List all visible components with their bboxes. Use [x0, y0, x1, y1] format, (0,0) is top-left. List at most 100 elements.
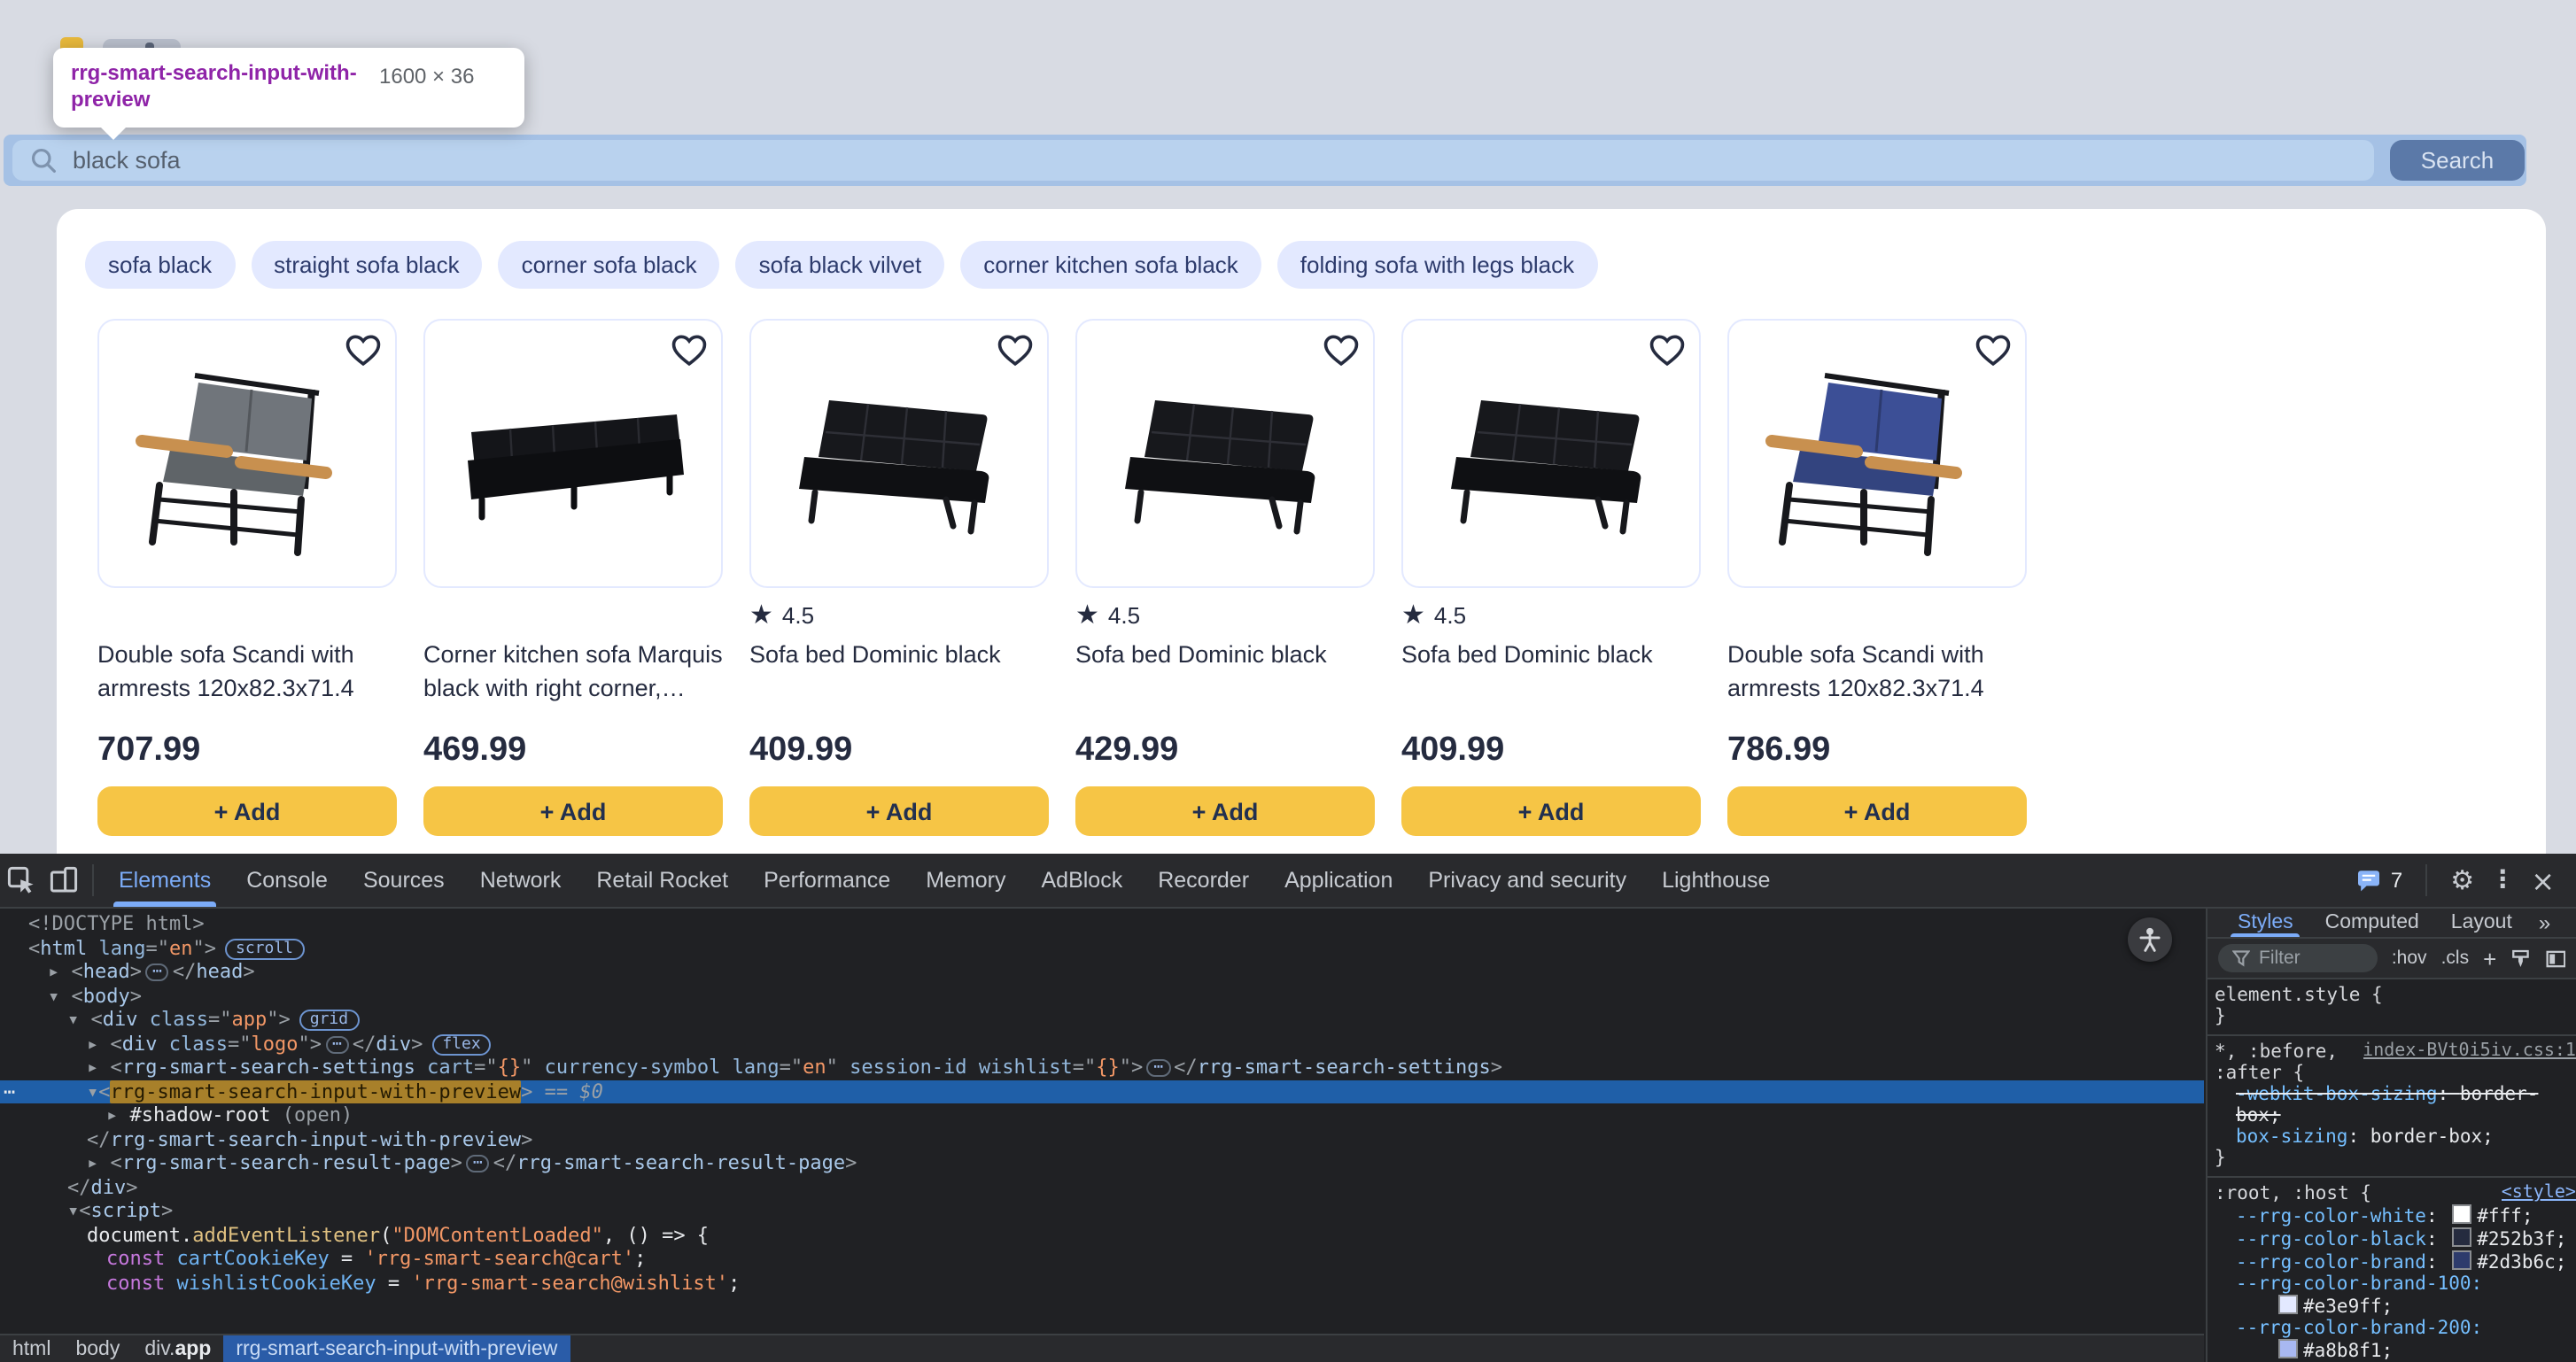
sidebar-tab-computed[interactable]: Computed — [2309, 909, 2435, 937]
devtools-tab-adblock[interactable]: AdBlock — [1024, 854, 1141, 907]
devtools-tab-network[interactable]: Network — [462, 854, 579, 907]
css-selector[interactable]: element.style { — [2215, 985, 2576, 1006]
suggestion-chip[interactable]: corner sofa black — [499, 241, 720, 289]
wishlist-heart-icon[interactable] — [1322, 333, 1361, 368]
suggestion-chip[interactable]: sofa black vilvet — [736, 241, 945, 289]
product-card[interactable]: Corner kitchen sofa Marquis black with r… — [423, 319, 723, 836]
css-declaration[interactable]: --rrg-color-brand: #2d3b6c; — [2215, 1250, 2576, 1273]
css-declaration[interactable]: --rrg-color-brand-100: — [2215, 1273, 2576, 1295]
css-declaration[interactable]: --rrg-color-white: #fff; — [2215, 1204, 2576, 1227]
color-swatch[interactable] — [2452, 1250, 2471, 1270]
product-name: Sofa bed Dominic black — [749, 638, 1049, 708]
devtools-tab-elements[interactable]: Elements — [101, 854, 229, 907]
dom-tree-row[interactable]: ▸ <div class="logo">⋯</div>flex — [0, 1032, 2204, 1056]
suggestion-chip[interactable]: corner kitchen sofa black — [960, 241, 1261, 289]
add-to-cart-button[interactable]: + Add — [1075, 786, 1375, 836]
color-swatch[interactable] — [2278, 1295, 2298, 1314]
add-to-cart-button[interactable]: + Add — [1401, 786, 1701, 836]
inspected-dimensions: 1600 × 36 — [379, 64, 474, 113]
dom-tree-row[interactable]: ⋯▾<rrg-smart-search-input-with-preview> … — [0, 1080, 2204, 1103]
search-input[interactable]: black sofa — [12, 140, 2374, 181]
devtools-tab-memory[interactable]: Memory — [908, 854, 1023, 907]
filter-funnel-icon — [2232, 949, 2250, 967]
suggestion-chip[interactable]: sofa black — [85, 241, 235, 289]
sidebar-tab-layout[interactable]: Layout — [2435, 909, 2528, 937]
dom-tree-row[interactable] — [0, 1295, 2204, 1305]
dom-tree-row[interactable]: <!DOCTYPE html> — [0, 912, 2204, 936]
add-to-cart-button[interactable]: + Add — [423, 786, 723, 836]
devtools-tab-application[interactable]: Application — [1267, 854, 1410, 907]
color-swatch[interactable] — [2452, 1204, 2471, 1224]
color-swatch[interactable] — [2452, 1227, 2471, 1247]
add-to-cart-button[interactable]: + Add — [1727, 786, 2027, 836]
close-devtools-icon[interactable]: × — [2531, 863, 2555, 897]
console-messages-indicator[interactable]: 7 — [2357, 868, 2402, 893]
stylesheet-link[interactable]: <style> — [2502, 1183, 2576, 1204]
product-card[interactable]: Double sofa Scandi with armrests 120x82.… — [1727, 319, 2027, 836]
devtools-tab-privacy-and-security[interactable]: Privacy and security — [1410, 854, 1644, 907]
add-to-cart-button[interactable]: + Add — [749, 786, 1049, 836]
styles-filter-input[interactable]: Filter — [2218, 944, 2378, 972]
css-declaration-value[interactable]: #e3e9ff; — [2215, 1295, 2576, 1318]
breadcrumb-item[interactable]: body — [63, 1335, 132, 1362]
wishlist-heart-icon[interactable] — [344, 333, 383, 368]
css-declaration-value[interactable]: #a8b8f1; — [2215, 1339, 2576, 1362]
breadcrumb-item[interactable]: html — [0, 1335, 63, 1362]
row-menu-dots-icon[interactable]: ⋯ — [4, 1080, 15, 1103]
devtools-tab-recorder[interactable]: Recorder — [1140, 854, 1267, 907]
new-style-rule-button[interactable]: + — [2483, 945, 2496, 971]
product-name: Sofa bed Dominic black — [1401, 638, 1701, 708]
suggestion-chip[interactable]: straight sofa black — [251, 241, 483, 289]
dom-tree-row[interactable]: ▾ <body> — [0, 984, 2204, 1008]
dom-tree-row[interactable]: document.addEventListener("DOMContentLoa… — [0, 1223, 2204, 1247]
css-selector[interactable]: :after { — [2215, 1063, 2576, 1084]
paint-brush-icon[interactable] — [2510, 947, 2531, 970]
wishlist-heart-icon[interactable] — [670, 333, 709, 368]
devtools-tab-performance[interactable]: Performance — [746, 854, 908, 907]
dom-tree-row[interactable]: const wishlistCookieKey = 'rrg-smart-sea… — [0, 1271, 2204, 1295]
stylesheet-link[interactable]: index-BVt0i5iv.css:1 — [2363, 1041, 2576, 1063]
dom-tree-row[interactable]: <html lang="en">scroll — [0, 936, 2204, 960]
dom-tree-row[interactable]: ▸ <rrg-smart-search-settings cart="{}" c… — [0, 1056, 2204, 1080]
dom-tree-row[interactable]: ▸ <head>⋯</head> — [0, 960, 2204, 984]
dock-sidebar-icon[interactable] — [2545, 947, 2565, 970]
settings-gear-icon[interactable]: ⚙ — [2450, 864, 2474, 896]
wishlist-heart-icon[interactable] — [1974, 333, 2013, 368]
dom-tree-row[interactable]: ▾<script> — [0, 1199, 2204, 1223]
dom-tree-row[interactable]: ▾ <div class="app">grid — [0, 1008, 2204, 1032]
toggle-hover-state[interactable]: :hov — [2392, 948, 2427, 969]
css-declaration[interactable]: --rrg-color-brand-200: — [2215, 1318, 2576, 1339]
inspect-element-icon[interactable] — [0, 859, 43, 902]
dom-tree-row[interactable]: ▸ <rrg-smart-search-result-page>⋯</rrg-s… — [0, 1151, 2204, 1175]
suggestion-chip[interactable]: folding sofa with legs black — [1277, 241, 1597, 289]
product-card[interactable]: Double sofa Scandi with armrests 120x82.… — [97, 319, 397, 836]
css-declaration[interactable]: -webkit-box-sizing: border-box; — [2215, 1084, 2576, 1126]
product-card[interactable]: ★4.5Sofa bed Dominic black409.99+ Add — [749, 319, 1049, 836]
device-toolbar-icon[interactable] — [43, 859, 85, 902]
dom-tree-row[interactable]: const cartCookieKey = 'rrg-smart-search@… — [0, 1247, 2204, 1271]
search-button[interactable]: Search — [2390, 140, 2525, 181]
more-tabs-icon[interactable]: » — [2539, 910, 2550, 935]
dom-tree-row[interactable]: </rrg-smart-search-input-with-preview> — [0, 1127, 2204, 1151]
dom-tree-row[interactable]: ▸ #shadow-root (open) — [0, 1103, 2204, 1127]
product-card[interactable]: ★4.5Sofa bed Dominic black409.99+ Add — [1401, 319, 1701, 836]
devtools-tab-console[interactable]: Console — [229, 854, 345, 907]
wishlist-heart-icon[interactable] — [1648, 333, 1687, 368]
sidebar-tab-styles[interactable]: Styles — [2222, 909, 2309, 937]
breadcrumb-item[interactable]: div.app — [132, 1335, 223, 1362]
devtools-tab-sources[interactable]: Sources — [345, 854, 462, 907]
css-declaration[interactable]: box-sizing: border-box; — [2215, 1126, 2576, 1148]
kebab-menu-icon[interactable]: ⋮ — [2490, 866, 2515, 894]
toggle-classes[interactable]: .cls — [2441, 948, 2470, 969]
devtools-tab-lighthouse[interactable]: Lighthouse — [1644, 854, 1788, 907]
product-card[interactable]: ★4.5Sofa bed Dominic black429.99+ Add — [1075, 319, 1375, 836]
css-declaration[interactable]: --rrg-color-black: #252b3f; — [2215, 1227, 2576, 1250]
dom-tree-row[interactable]: </div> — [0, 1175, 2204, 1199]
dom-breadcrumb-bar: htmlbodydiv.apprrg-smart-search-input-wi… — [0, 1334, 2204, 1362]
breadcrumb-item[interactable]: rrg-smart-search-input-with-preview — [223, 1335, 570, 1362]
color-swatch[interactable] — [2278, 1339, 2298, 1358]
devtools-tab-retail-rocket[interactable]: Retail Rocket — [578, 854, 746, 907]
product-price: 409.99 — [1401, 731, 1701, 770]
add-to-cart-button[interactable]: + Add — [97, 786, 397, 836]
wishlist-heart-icon[interactable] — [996, 333, 1035, 368]
